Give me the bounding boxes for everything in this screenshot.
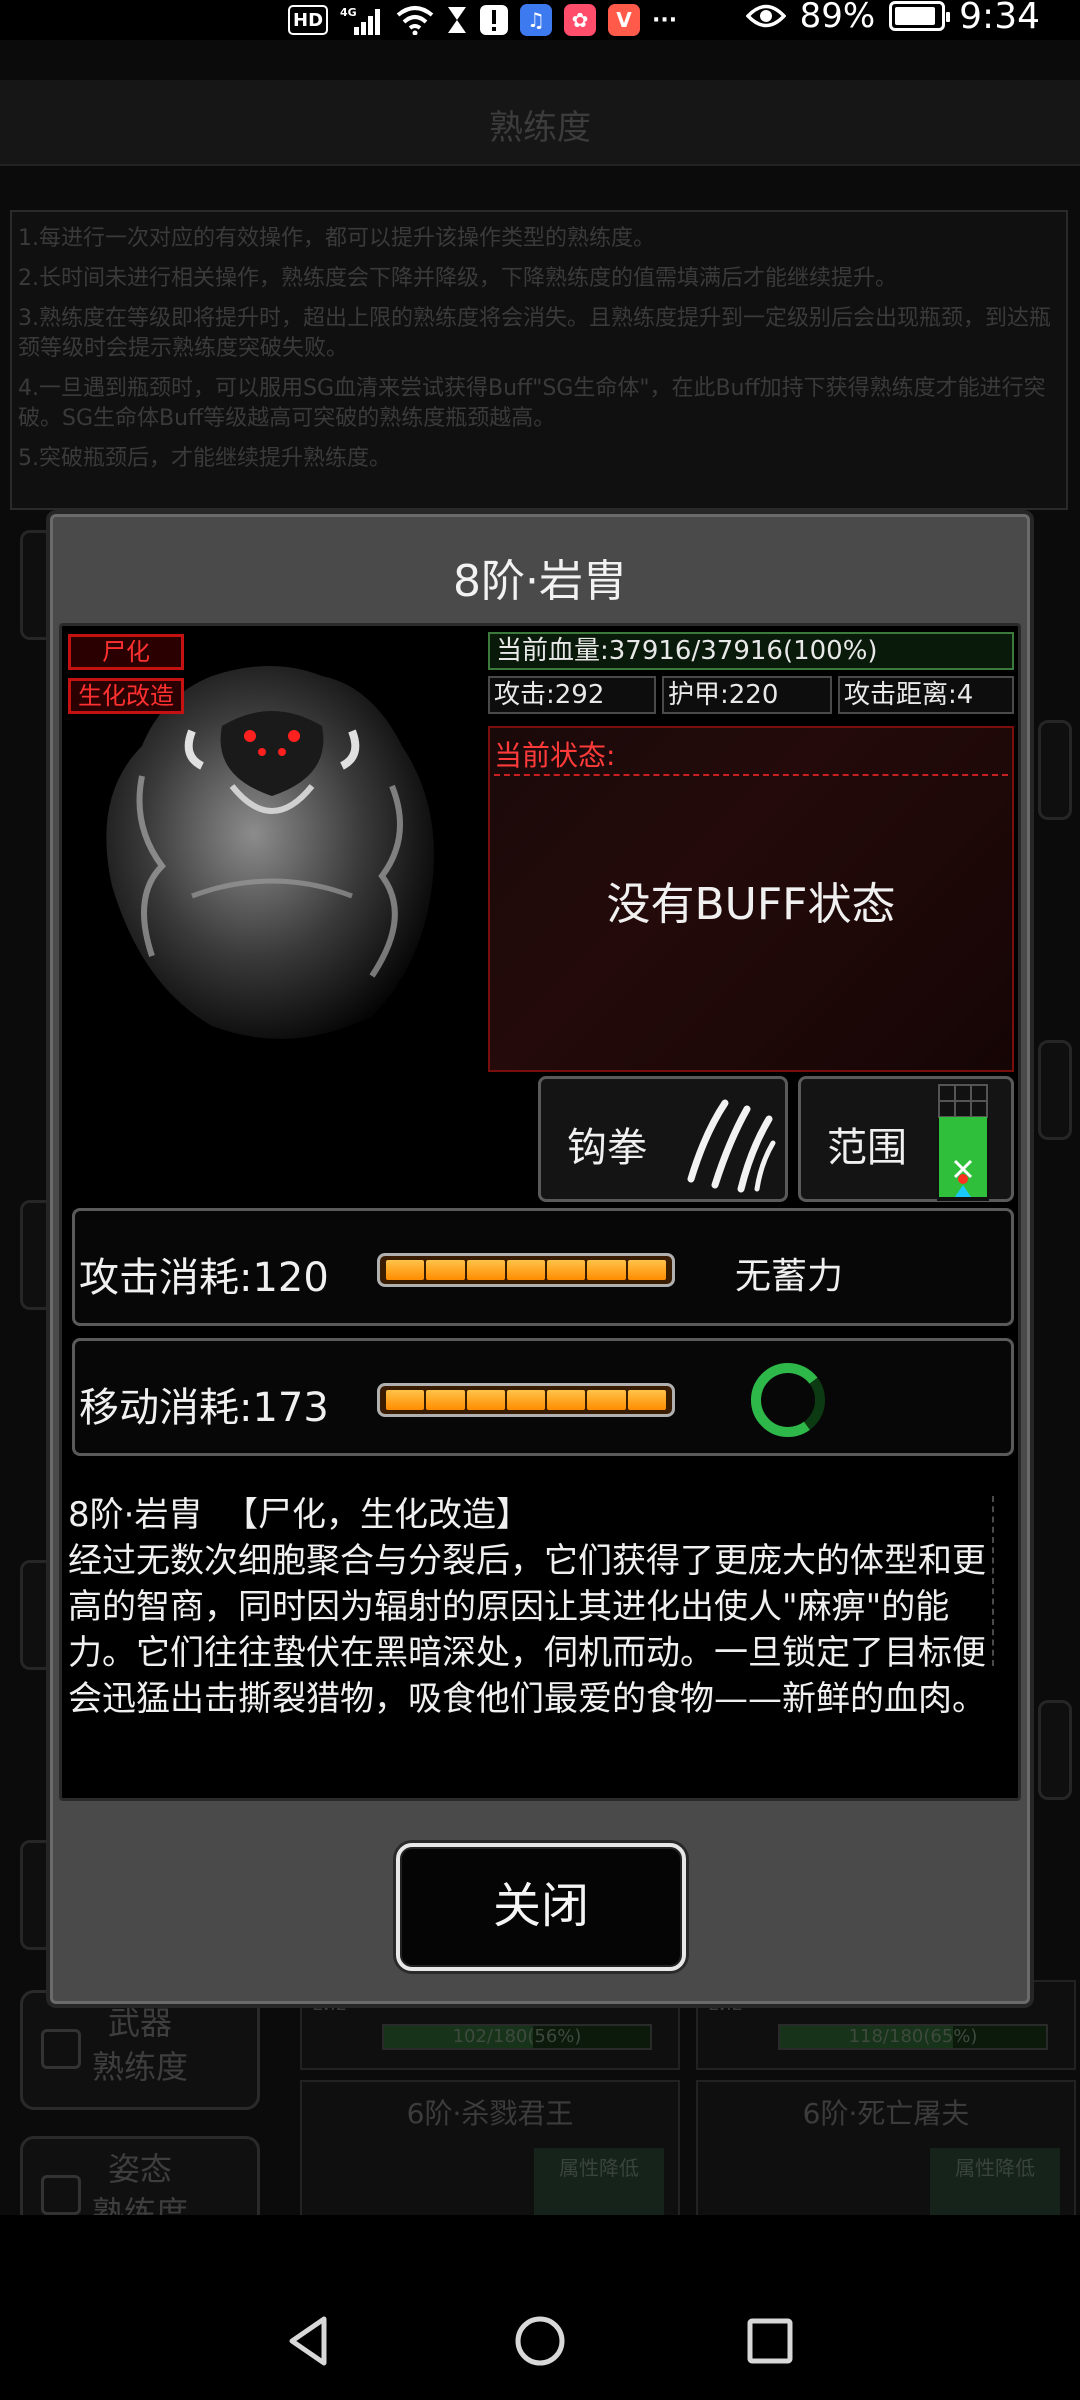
monster-card-tag: 属性降低 [534,2148,664,2218]
armor-stat: 护甲:220 [662,676,832,714]
app-icon: ✿ [564,4,597,36]
v-app-icon: V [608,4,641,36]
progress-text: 102/180(56%) [452,2026,582,2047]
monster-description: 8阶·岩胄 【尸化，生化改造】 经过无数次细胞聚合与分裂后，它们获得了更庞大的体… [68,1495,986,1719]
progress-bar: 102/180(56%) [382,2024,652,2050]
monster-card[interactable]: 6阶·死亡屠夫 属性降低 [696,2080,1076,2230]
wifi-icon [396,5,434,35]
status-bar: HD 4G ♫ ✿ V ··· 89% 9:34 [0,0,1080,40]
range-stat: 攻击距离:4 [838,676,1014,714]
range-grid-icon [937,1083,989,1201]
dialog-title: 8阶·岩胄 [453,556,627,607]
monster-detail-dialog: 8阶·岩胄 尸化 生化改造 当前血量:37916/37916(100%) 攻击:… [50,514,1030,2004]
battery-icon [889,1,951,31]
attack-stat: 攻击:292 [488,676,656,714]
status-panel: 当前状态: 没有BUFF状态 [488,726,1014,1072]
home-icon[interactable] [510,2311,570,2371]
system-nav-bar [0,2215,1080,2400]
range-skill-button[interactable]: 范围 [798,1076,1014,1202]
status-divider [494,774,1008,776]
right-panel-stub [1038,720,1072,820]
monster-card-name: 6阶·杀戮君王 [406,2097,574,2130]
4g-signal-icon: 4G [340,5,384,35]
hd-icon: HD [288,5,329,35]
back-icon[interactable] [280,2311,340,2371]
claw-scratch-icon [687,1099,776,1193]
music-app-icon: ♫ [520,4,553,36]
background-title: 熟练度 [489,108,591,148]
rule-item: 3.熟练度在等级即将提升时，超出上限的熟练度将会消失。且熟练度提升到一定级别后会… [18,306,1051,361]
attack-cost-label: 攻击消耗:120 [79,1255,329,1301]
anvil-icon [41,2175,81,2215]
tag-zombified: 尸化 [68,634,184,670]
status-label: 当前状态: [494,739,616,772]
monster-card-name: 6阶·死亡屠夫 [802,2097,970,2130]
anvil-icon [41,2029,81,2069]
side-tab-weapon-proficiency[interactable]: 武器 熟练度 [20,1990,260,2110]
dialog-body: 尸化 生化改造 当前血量:37916/37916(100%) 攻击:292 护甲… [59,623,1021,1801]
range-skill-label: 范围 [827,1125,907,1171]
tag-bio-modified: 生化改造 [68,678,184,714]
monster-card-tag: 属性降低 [930,2148,1060,2218]
no-buff-text: 没有BUFF状态 [606,879,896,930]
charge-status: 无蓄力 [735,1256,844,1297]
cooldown-ring-icon [751,1363,825,1437]
move-cost-label: 移动消耗:173 [79,1385,329,1431]
recents-icon[interactable] [740,2311,800,2371]
rule-item: 4.一旦遇到瓶颈时，可以服用SG血清来尝试获得Buff"SG生命体"，在此Buf… [18,376,1046,431]
rule-item: 5.突破瓶颈后，才能继续提升熟练度。 [18,446,391,471]
rule-item: 2.长时间未进行相关操作，熟练度会下降并降级，下降熟练度的值需填满后才能继续提升… [18,266,897,291]
background-rules: 1.每进行一次对应的有效操作，都可以提升该操作类型的熟练度。 2.长时间未进行相… [10,210,1068,510]
move-cost-bar [377,1383,675,1417]
right-panel-stub [1038,1700,1072,1800]
svg-text:4G: 4G [340,6,357,19]
alert-icon [480,5,509,35]
hp-readout: 当前血量:37916/37916(100%) [488,632,1014,670]
weapon-skill-button[interactable]: 钩拳 [538,1076,788,1202]
clock: 9:34 [959,0,1040,37]
attack-cost-row: 攻击消耗:120 无蓄力 [72,1208,1014,1326]
attack-cost-bar [377,1253,675,1287]
weapon-skill-label: 钩拳 [567,1125,647,1171]
monster-card[interactable]: 6阶·杀戮君王 属性降低 [300,2080,680,2230]
eye-icon [745,1,786,31]
right-panel-stub [1038,1040,1072,1140]
hourglass-icon [446,5,468,35]
progress-text: 118/180(65%) [848,2026,978,2047]
battery-percent: 89% [799,0,876,36]
move-cost-row: 移动消耗:173 [72,1338,1014,1456]
description-scrollbar[interactable] [992,1496,1000,1666]
progress-bar: 118/180(65%) [778,2024,1048,2050]
more-icon: ··· [652,7,678,33]
close-button[interactable]: 关闭 [396,1843,686,1971]
rule-item: 1.每进行一次对应的有效操作，都可以提升该操作类型的熟练度。 [18,226,655,251]
